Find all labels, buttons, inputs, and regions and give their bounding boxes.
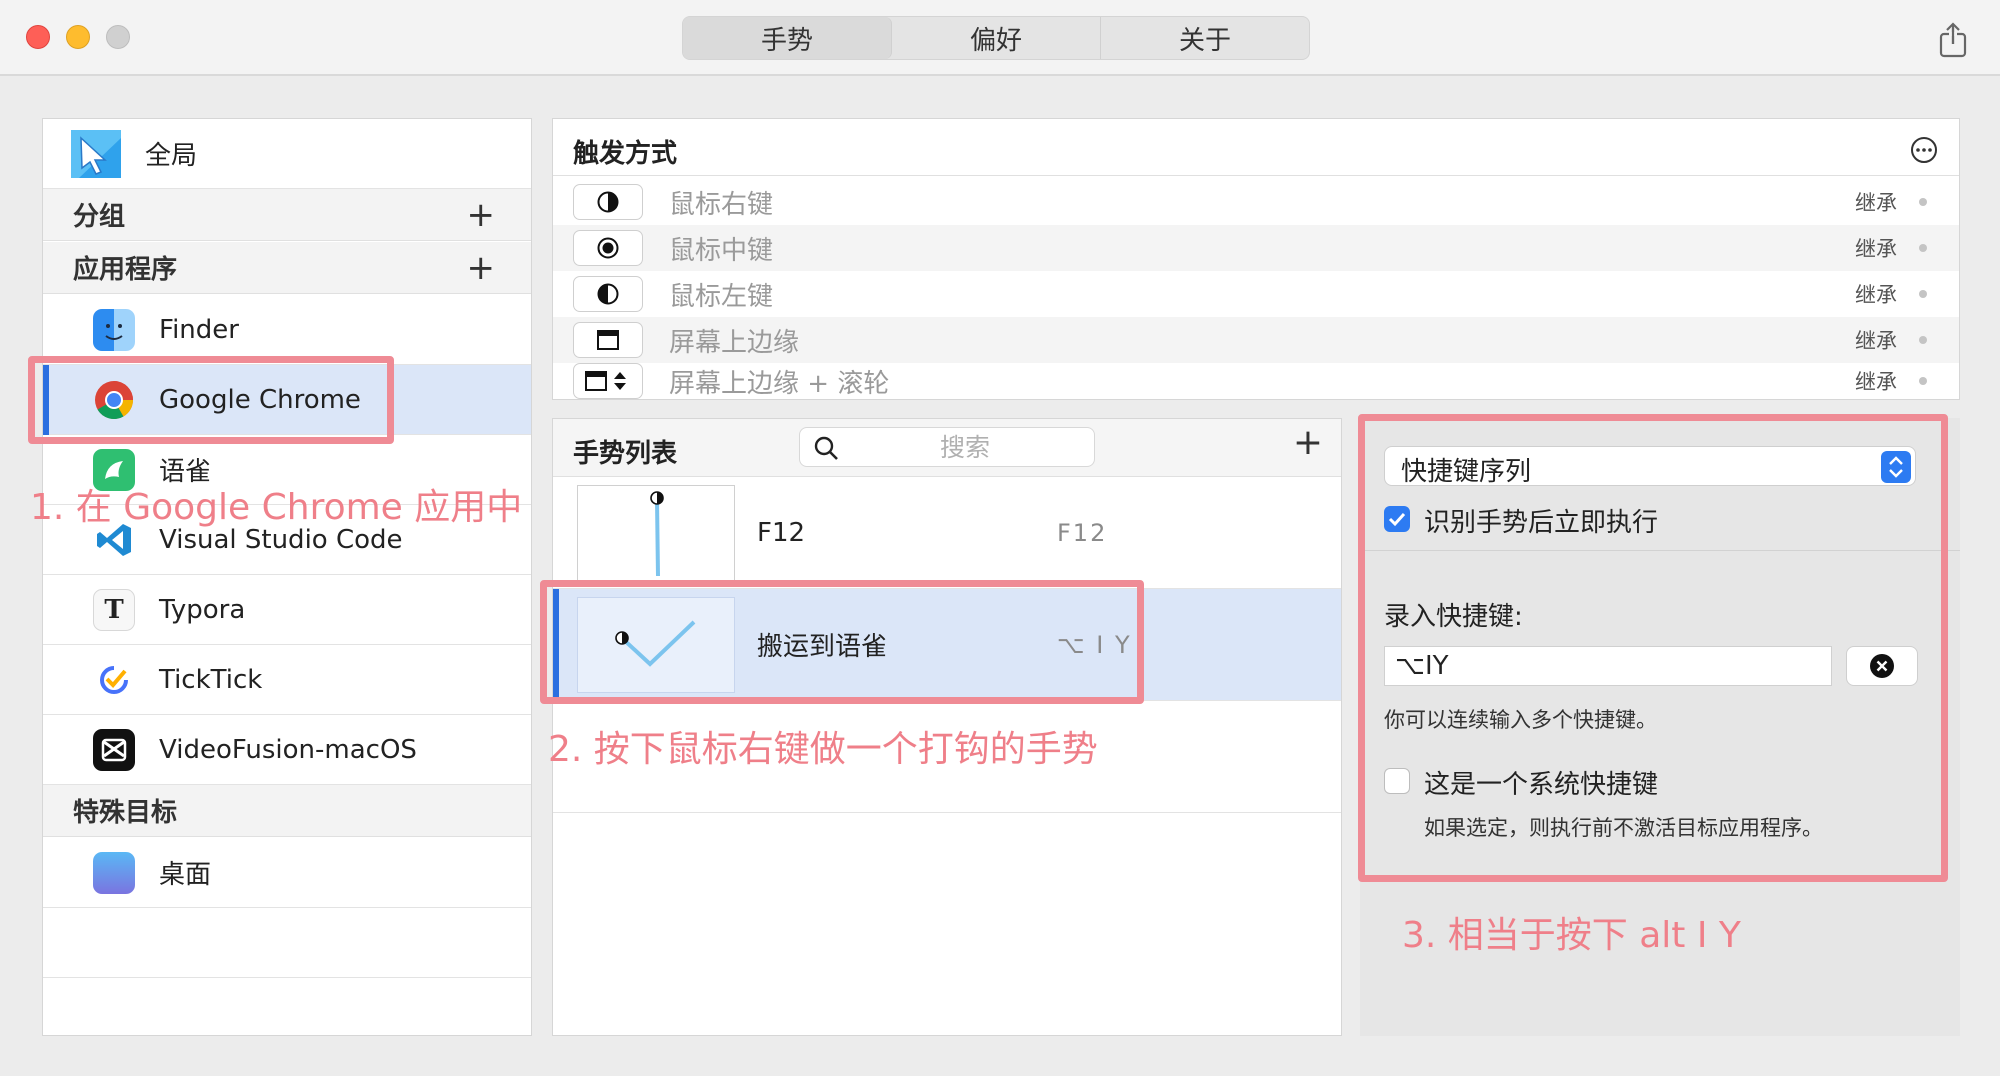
annotation-box-action [1358, 414, 1948, 882]
sidebar-item-typora[interactable]: T Typora [43, 575, 531, 645]
trigger-status: 继承 [1855, 370, 1897, 394]
sidebar-item-finder[interactable]: Finder [43, 295, 531, 365]
trigger-row-middle-mouse[interactable]: 鼠标中键 继承 [553, 225, 1959, 271]
trigger-status: 继承 [1855, 283, 1897, 307]
add-app-button[interactable]: + [467, 251, 496, 285]
gesture-thumbnail [577, 485, 735, 581]
right-mouse-icon [573, 184, 643, 220]
sidebar-item-videofusion[interactable]: VideoFusion-macOS [43, 715, 531, 785]
trigger-panel: 触发方式 鼠标右键 继承 鼠标中键 继承 鼠标左键 继承 屏幕上边缘 继承 屏幕… [552, 118, 1960, 400]
trigger-label: 鼠标右键 [669, 189, 774, 220]
share-icon[interactable] [1938, 22, 1968, 58]
typora-icon: T [93, 588, 135, 631]
zoom-window-button[interactable] [106, 25, 130, 49]
status-dot [1919, 244, 1927, 252]
sidebar: 全局 分组 + 应用程序 + Finder Google Chrome 语雀 V… [42, 118, 532, 1036]
trigger-row-screen-top-edge-scroll[interactable]: 屏幕上边缘 + 滚轮 继承 [553, 363, 1959, 399]
status-dot [1919, 290, 1927, 298]
trigger-status: 继承 [1855, 237, 1897, 261]
sidebar-item-ticktick[interactable]: TickTick [43, 645, 531, 715]
special-targets-header: 特殊目标 [43, 785, 531, 837]
search-input[interactable] [850, 432, 1080, 462]
global-cursor-icon [71, 129, 121, 178]
screen-top-edge-icon [573, 322, 643, 358]
sidebar-item-label: Typora [159, 594, 246, 625]
trigger-title: 触发方式 [573, 139, 678, 169]
minimize-window-button[interactable] [66, 25, 90, 49]
gesture-shortcut: F12 [1057, 518, 1108, 547]
add-gesture-button[interactable]: + [1293, 425, 1323, 461]
trigger-status: 继承 [1855, 191, 1897, 215]
status-dot [1919, 336, 1927, 344]
add-group-button[interactable]: + [467, 198, 496, 232]
annotation-box-chrome [28, 356, 394, 444]
finder-icon [93, 308, 135, 351]
middle-mouse-icon [573, 230, 643, 266]
sidebar-item-desktop[interactable]: 桌面 [43, 838, 531, 908]
tab-bar: 手势 偏好 关于 [682, 16, 1310, 60]
trigger-label: 屏幕上边缘 [669, 327, 800, 358]
tab-preferences[interactable]: 偏好 [892, 17, 1101, 59]
annotation-text-2: 2. 按下鼠标右键做一个打钩的手势 [548, 729, 1098, 770]
groups-header: 分组 + [43, 189, 531, 241]
apps-header-label: 应用程序 [73, 255, 178, 285]
sidebar-item-label: 桌面 [159, 860, 212, 890]
annotation-text-1: 1. 在 Google Chrome 应用中 [30, 487, 523, 528]
trigger-row-screen-top-edge[interactable]: 屏幕上边缘 继承 [553, 317, 1959, 363]
trigger-row-left-mouse[interactable]: 鼠标左键 继承 [553, 271, 1959, 317]
status-dot [1919, 377, 1927, 385]
annotation-text-3: 3. 相当于按下 alt I Y [1402, 915, 1741, 956]
gesture-list-header: 手势列表 + [553, 419, 1341, 477]
sidebar-item-global[interactable]: 全局 [43, 119, 531, 189]
trigger-label: 屏幕上边缘 + 滚轮 [669, 368, 890, 399]
ticktick-icon [93, 659, 135, 701]
sidebar-item-label: Finder [159, 314, 239, 345]
sidebar-item-label: 全局 [145, 141, 198, 171]
title-bar: 手势 偏好 关于 [0, 0, 2000, 76]
gesture-row-f12[interactable]: F12 F12 [553, 477, 1341, 589]
apps-header: 应用程序 + [43, 242, 531, 294]
sidebar-item-label: VideoFusion-macOS [159, 734, 417, 765]
sidebar-empty-row [43, 908, 531, 978]
search-box[interactable] [799, 427, 1095, 467]
special-targets-header-label: 特殊目标 [73, 798, 178, 828]
trigger-row-right-mouse[interactable]: 鼠标右键 继承 [553, 179, 1959, 225]
gesture-list-title: 手势列表 [573, 439, 678, 469]
sidebar-item-label: TickTick [159, 664, 263, 695]
trigger-status: 继承 [1855, 329, 1897, 353]
tab-gestures[interactable]: 手势 [683, 17, 892, 59]
annotation-box-gesture [540, 580, 1144, 704]
left-mouse-icon [573, 276, 643, 312]
trigger-label: 鼠标左键 [669, 281, 774, 312]
groups-header-label: 分组 [73, 202, 126, 232]
videofusion-icon [93, 728, 135, 771]
close-window-button[interactable] [26, 25, 50, 49]
screen-top-edge-scroll-icon [573, 363, 643, 399]
status-dot [1919, 198, 1927, 206]
more-options-icon[interactable] [1909, 135, 1939, 165]
app-window: 手势 偏好 关于 全局 分组 + 应用程序 + Finder Google Ch… [0, 0, 2000, 1076]
tab-about[interactable]: 关于 [1101, 17, 1309, 59]
search-icon [814, 436, 838, 460]
desktop-icon [93, 851, 135, 894]
trigger-label: 鼠标中键 [669, 235, 774, 266]
gesture-name: F12 [757, 517, 806, 548]
